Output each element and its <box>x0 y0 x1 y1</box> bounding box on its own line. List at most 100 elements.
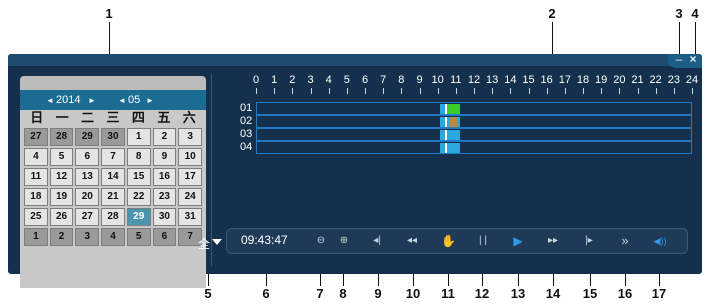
calendar-day[interactable]: 8 <box>126 148 151 166</box>
channel-track[interactable] <box>256 115 692 128</box>
close-button[interactable]: × <box>686 53 700 66</box>
calendar-day[interactable]: 3 <box>178 128 202 146</box>
hour-label: 9 <box>416 74 423 86</box>
hour-tick <box>437 88 439 94</box>
hour-tick <box>673 88 675 94</box>
callout-5: 5 <box>204 286 212 301</box>
calendar-day[interactable]: 6 <box>152 228 177 246</box>
hour-label: 18 <box>576 74 590 86</box>
calendar-day[interactable]: 16 <box>152 168 177 186</box>
hour-label: 12 <box>467 74 481 86</box>
calendar-day[interactable]: 1 <box>126 128 151 146</box>
calendar-day[interactable]: 24 <box>178 188 202 206</box>
callout-15: 15 <box>582 286 598 301</box>
weekday-label: 日 <box>30 111 44 126</box>
calendar-day[interactable]: 31 <box>178 208 202 226</box>
time-cursor[interactable] <box>444 117 447 127</box>
channel-label: 01 <box>240 102 253 114</box>
calendar-day[interactable]: 7 <box>101 148 125 166</box>
hour-tick <box>583 88 584 94</box>
channel-track[interactable] <box>256 102 692 115</box>
channel-select-value: 全 <box>198 237 211 251</box>
calendar-day[interactable]: 2 <box>152 128 177 146</box>
channel-track[interactable] <box>256 141 692 154</box>
fast-forward-icon[interactable]: ▸▸ <box>546 233 560 249</box>
hour-label: 16 <box>540 74 553 86</box>
hour-label: 24 <box>685 74 699 86</box>
calendar-day[interactable]: 29 <box>75 128 100 146</box>
prev-year-icon[interactable]: ◄ <box>46 96 54 105</box>
title-bar: – × <box>8 53 702 68</box>
hour-tick <box>528 88 530 94</box>
hour-label: 23 <box>667 74 680 86</box>
calendar-day[interactable]: 27 <box>24 128 48 146</box>
recording-segment <box>439 130 461 140</box>
calendar-day[interactable]: 4 <box>101 228 125 246</box>
hour-tick <box>365 88 366 94</box>
calendar-day[interactable]: 5 <box>49 148 74 166</box>
calendar-day[interactable]: 30 <box>152 208 177 226</box>
calendar-day[interactable]: 13 <box>75 168 100 186</box>
hour-tick <box>692 88 693 94</box>
calendar-day[interactable]: 19 <box>49 188 74 206</box>
calendar-grid: 27 28 29 30 1 2 3 4 5 6 7 8 9 10 11 12 13 14 15 16 17 18 19 20 2… <box>24 128 202 246</box>
hour-tick <box>274 88 276 94</box>
minimize-button[interactable]: – <box>672 53 686 66</box>
calendar-nav: ◄ 2014 ► ◄ 05 ► <box>20 90 206 110</box>
calendar-day[interactable]: 12 <box>49 168 74 186</box>
zoom-out-icon[interactable]: ⊖ <box>314 233 328 249</box>
hour-tick <box>546 88 548 94</box>
calendar-day[interactable]: 28 <box>101 208 125 226</box>
playback-time: 09:43:47 <box>241 233 288 247</box>
next-year-icon[interactable]: ► <box>88 96 96 105</box>
calendar-day[interactable]: 11 <box>24 168 48 186</box>
pause-icon[interactable]: | | <box>476 233 490 249</box>
calendar-day[interactable]: 29 <box>126 208 151 226</box>
calendar-day[interactable]: 9 <box>152 148 177 166</box>
timeline[interactable]: 0 1 2 3 4 5 6 7 8 9 10 11 12 13 14 15 16 17 18 19 20 21 22 23 24… <box>240 74 698 216</box>
drag-hand-icon[interactable]: ✋ <box>441 233 456 249</box>
calendar-day[interactable]: 2 <box>49 228 74 246</box>
play-icon[interactable]: ▶ <box>511 233 525 249</box>
calendar-day[interactable]: 5 <box>126 228 151 246</box>
hour-label: 22 <box>649 74 662 86</box>
recording-segment <box>439 143 461 153</box>
step-back-icon[interactable]: ◂| <box>370 233 384 249</box>
calendar-day[interactable]: 15 <box>126 168 151 186</box>
calendar-day[interactable]: 25 <box>24 208 48 226</box>
zoom-in-icon[interactable]: ⊕ <box>337 233 351 249</box>
calendar-day[interactable]: 18 <box>24 188 48 206</box>
time-cursor[interactable] <box>444 130 447 140</box>
calendar-day[interactable]: 30 <box>101 128 125 146</box>
calendar-day[interactable]: 17 <box>178 168 202 186</box>
calendar-day[interactable]: 14 <box>101 168 125 186</box>
time-cursor[interactable] <box>444 143 447 153</box>
channel-select-dropdown[interactable]: 全 <box>190 234 226 252</box>
calendar-day[interactable]: 10 <box>178 148 202 166</box>
calendar-day[interactable]: 6 <box>75 148 100 166</box>
calendar-day[interactable]: 28 <box>49 128 74 146</box>
calendar-day[interactable]: 21 <box>101 188 125 206</box>
hour-label: 3 <box>307 74 314 86</box>
next-month-icon[interactable]: ► <box>146 96 154 105</box>
speed-icon[interactable]: » <box>618 233 632 249</box>
volume-icon[interactable]: ◀)) <box>647 233 673 249</box>
calendar-day[interactable]: 23 <box>152 188 177 206</box>
step-forward-icon[interactable]: |▸ <box>582 233 596 249</box>
rewind-icon[interactable]: ◂◂ <box>405 233 419 249</box>
prev-month-icon[interactable]: ◄ <box>118 96 126 105</box>
time-cursor[interactable] <box>444 104 447 114</box>
channel-label: 04 <box>240 141 253 153</box>
calendar-day[interactable]: 26 <box>49 208 74 226</box>
calendar-day[interactable]: 22 <box>126 188 151 206</box>
calendar-day[interactable]: 3 <box>75 228 100 246</box>
hour-label: 15 <box>522 74 535 86</box>
callout-4: 4 <box>691 6 699 21</box>
hour-tick <box>564 88 566 94</box>
calendar-day[interactable]: 20 <box>75 188 100 206</box>
calendar-day[interactable]: 4 <box>24 148 48 166</box>
year-label: 2014 <box>56 94 81 106</box>
channel-track[interactable] <box>256 128 692 141</box>
calendar-day[interactable]: 1 <box>24 228 48 246</box>
calendar-day[interactable]: 27 <box>75 208 100 226</box>
